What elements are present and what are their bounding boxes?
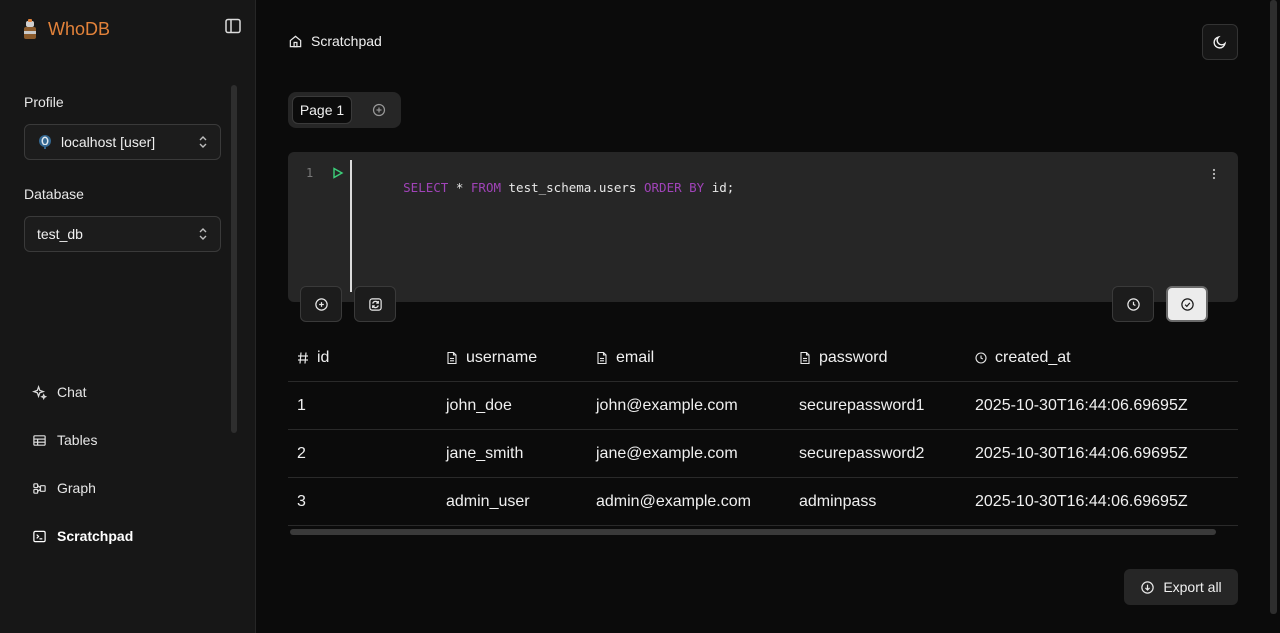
table-header-row: id username email password created_at xyxy=(288,334,1238,382)
column-header-password[interactable]: password xyxy=(799,334,887,382)
theme-toggle-button[interactable] xyxy=(1202,24,1238,60)
nav-label-tables: Tables xyxy=(57,432,98,448)
table-cell[interactable]: 2025-10-30T16:44:06.69695Z xyxy=(975,382,1188,430)
nav-item-graph[interactable]: Graph xyxy=(24,470,232,506)
plus-circle-icon xyxy=(314,297,328,311)
breadcrumb[interactable]: Scratchpad xyxy=(288,33,382,49)
table-icon xyxy=(33,434,46,446)
moon-icon xyxy=(1213,35,1227,49)
column-header-label: username xyxy=(466,349,538,366)
nav-label-chat: Chat xyxy=(57,384,87,400)
logo-icon xyxy=(24,19,36,39)
nav-item-chat[interactable]: Chat xyxy=(24,374,232,410)
line-number: 1 xyxy=(306,166,314,180)
history-button[interactable] xyxy=(1112,286,1154,322)
table-horizontal-scrollbar[interactable] xyxy=(290,529,1216,535)
add-page-icon[interactable] xyxy=(372,103,386,117)
main-panel: Scratchpad Page 1 1 SELECT * FROM test_s… xyxy=(256,0,1280,633)
editor-cursor xyxy=(350,160,352,292)
column-header-label: password xyxy=(819,349,888,366)
table-cell[interactable]: 1 xyxy=(297,382,306,430)
code-token: FROM xyxy=(470,180,501,195)
chevron-up-down-icon xyxy=(199,228,207,240)
table-cell[interactable]: 2025-10-30T16:44:06.69695Z xyxy=(975,478,1188,526)
export-all-button[interactable]: Export all xyxy=(1124,569,1238,605)
table-row[interactable]: 1 john_doe john@example.com securepasswo… xyxy=(288,382,1238,430)
app-name: WhoDB xyxy=(48,18,111,39)
nav-item-tables[interactable]: Tables xyxy=(24,422,232,458)
table-cell[interactable]: 2025-10-30T16:44:06.69695Z xyxy=(975,430,1188,478)
clock-icon xyxy=(975,352,987,364)
chevron-up-down-icon xyxy=(199,136,207,148)
table-cell[interactable]: 3 xyxy=(297,478,306,526)
table-cell[interactable]: admin@example.com xyxy=(596,478,751,526)
nav-label-graph: Graph xyxy=(57,480,96,496)
table-cell[interactable]: adminpass xyxy=(799,478,876,526)
breadcrumb-label: Scratchpad xyxy=(311,33,382,49)
page-tabs: Page 1 xyxy=(288,92,401,128)
column-header-username[interactable]: username xyxy=(446,334,537,382)
profile-label: Profile xyxy=(24,94,64,110)
sidebar-toggle-icon[interactable] xyxy=(224,17,242,35)
code-token: ORDER BY xyxy=(644,180,705,195)
more-options-icon[interactable] xyxy=(1208,167,1220,181)
column-header-email[interactable]: email xyxy=(596,334,654,382)
terminal-icon xyxy=(33,530,46,542)
check-circle-icon xyxy=(1180,297,1194,311)
home-icon xyxy=(289,35,302,47)
nav-label-scratchpad: Scratchpad xyxy=(57,528,134,544)
tab-page-1[interactable]: Page 1 xyxy=(292,96,352,124)
hash-icon xyxy=(298,352,308,364)
run-query-button[interactable] xyxy=(1166,286,1208,322)
file-text-icon xyxy=(800,351,810,365)
brand[interactable]: WhoDB xyxy=(22,18,110,40)
table-row[interactable]: 3 admin_user admin@example.com adminpass… xyxy=(288,478,1238,526)
sql-editor[interactable]: 1 SELECT * FROM test_schema.users ORDER … xyxy=(288,152,1238,302)
column-header-label: email xyxy=(616,349,655,366)
code-token: test_schema.users xyxy=(501,180,644,195)
table-cell[interactable]: securepassword2 xyxy=(799,430,924,478)
results-table: id username email password created_at 1 … xyxy=(288,334,1238,526)
code-token: SELECT xyxy=(403,180,449,195)
table-cell[interactable]: john_doe xyxy=(446,382,512,430)
refresh-icon xyxy=(368,297,382,311)
run-line-icon[interactable] xyxy=(332,167,344,179)
table-cell[interactable]: john@example.com xyxy=(596,382,738,430)
code-line[interactable]: SELECT * FROM test_schema.users ORDER BY… xyxy=(358,165,734,210)
table-cell[interactable]: jane@example.com xyxy=(596,430,738,478)
table-cell[interactable]: jane_smith xyxy=(446,430,523,478)
database-label: Database xyxy=(24,186,84,202)
column-header-label: created_at xyxy=(995,349,1071,366)
nav-item-scratchpad[interactable]: Scratchpad xyxy=(24,518,232,554)
refresh-button[interactable] xyxy=(354,286,396,322)
table-cell[interactable]: admin_user xyxy=(446,478,530,526)
clock-icon xyxy=(1126,297,1140,311)
export-all-label: Export all xyxy=(1163,579,1222,595)
column-header-created-at[interactable]: created_at xyxy=(975,334,1071,382)
profile-select[interactable]: localhost [user] xyxy=(24,124,221,160)
database-value: test_db xyxy=(37,226,83,242)
file-text-icon xyxy=(597,351,607,365)
graph-icon xyxy=(33,482,46,494)
profile-value: localhost [user] xyxy=(61,134,156,150)
postgres-icon xyxy=(39,135,51,149)
column-header-label: id xyxy=(317,349,330,366)
sidebar: WhoDB Profile localhost [user] Database … xyxy=(0,0,256,633)
page-scrollbar[interactable] xyxy=(1270,0,1277,614)
add-cell-button[interactable] xyxy=(300,286,342,322)
table-cell[interactable]: 2 xyxy=(297,430,306,478)
sparkles-icon xyxy=(32,384,47,400)
download-circle-icon xyxy=(1141,580,1155,594)
code-token: * xyxy=(448,180,471,195)
code-token: id; xyxy=(704,180,735,195)
column-header-id[interactable]: id xyxy=(297,334,329,382)
file-text-icon xyxy=(447,351,457,365)
table-cell[interactable]: securepassword1 xyxy=(799,382,924,430)
database-select[interactable]: test_db xyxy=(24,216,221,252)
table-row[interactable]: 2 jane_smith jane@example.com securepass… xyxy=(288,430,1238,478)
